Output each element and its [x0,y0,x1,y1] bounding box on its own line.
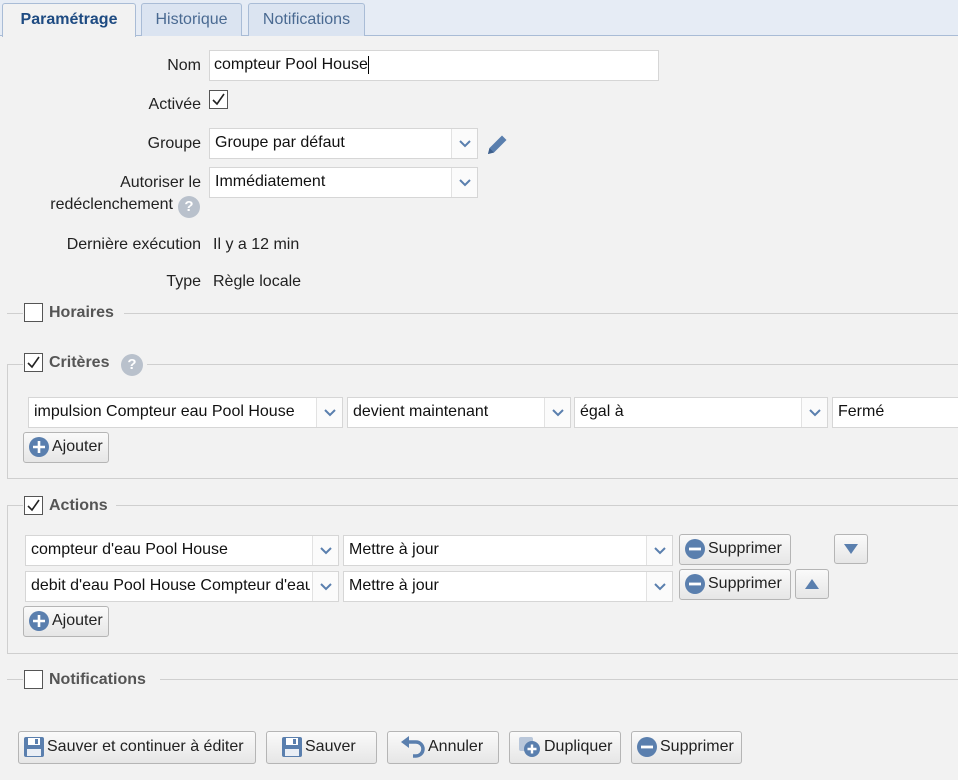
criteria-event-value: devient maintenant [353,403,489,420]
retrigger-select[interactable]: Immédiatement [209,167,478,198]
action-device-value-1: compteur d'eau Pool House [31,541,228,558]
criteria-value-value: Fermé [838,403,885,420]
duplicate-button[interactable]: Dupliquer [509,731,621,764]
arrow-up-icon [805,579,819,589]
minus-circle-icon [637,737,657,757]
tab-historique[interactable]: Historique [141,3,242,36]
name-label: Nom [167,57,201,74]
chevron-down-icon [646,536,672,565]
name-input[interactable]: compteur Pool House [209,50,659,81]
fieldset-border [7,505,23,506]
action-type-value-1: Mettre à jour [349,541,439,558]
name-input-value: compteur Pool House [214,56,368,73]
tab-bar: Paramétrage Historique Notifications [0,0,958,37]
retrigger-select-value: Immédiatement [215,173,326,190]
action-device-select-2[interactable]: debit d'eau Pool House Compteur d'eau [25,571,339,602]
chevron-down-icon [544,398,570,427]
schedules-checkbox[interactable] [24,303,43,322]
delete-rule-label: Supprimer [660,738,734,755]
arrow-down-icon [844,544,858,554]
pencil-icon[interactable] [484,132,510,158]
checkmark-icon [212,93,225,106]
fieldset-border [7,679,23,680]
delete-rule-button[interactable]: Supprimer [631,731,742,764]
action-type-value-2: Mettre à jour [349,577,439,594]
chevron-down-icon [801,398,827,427]
criteria-device-value: impulsion Compteur eau Pool House [34,403,295,420]
chevron-down-icon [312,572,338,601]
criteria-operator-select[interactable]: égal à [574,397,828,428]
minus-circle-icon [685,539,705,559]
actions-add-label: Ajouter [52,612,103,629]
criteria-add-label: Ajouter [52,438,103,455]
action-delete-label-2: Supprimer [708,575,782,592]
actions-add-button[interactable]: Ajouter [23,606,109,637]
criteria-legend: Critères [49,354,110,371]
actions-checkbox[interactable] [24,496,43,515]
last-exec-value: Il y a 12 min [213,236,300,253]
type-label: Type [166,273,201,290]
minus-circle-icon [685,574,705,594]
save-button[interactable]: Sauver [266,731,377,764]
move-down-button[interactable] [834,534,868,564]
notifications-checkbox[interactable] [24,670,43,689]
criteria-add-button[interactable]: Ajouter [23,432,109,463]
criteria-event-select[interactable]: devient maintenant [347,397,571,428]
cancel-label: Annuler [428,738,484,755]
actions-legend: Actions [49,497,108,514]
action-device-value-2: debit d'eau Pool House Compteur d'eau [31,577,310,594]
cancel-button[interactable]: Annuler [387,731,499,764]
notifications-legend: Notifications [49,671,146,688]
criteria-operator-value: égal à [580,403,624,420]
action-delete-button-2[interactable]: Supprimer [679,569,791,600]
tab-notifications[interactable]: Notifications [248,3,365,36]
duplicate-label: Dupliquer [544,738,613,755]
type-value: Règle locale [213,273,302,290]
undo-icon [401,736,425,758]
action-delete-button-1[interactable]: Supprimer [679,534,791,565]
plus-circle-icon [29,611,49,631]
action-type-select-2[interactable]: Mettre à jour [343,571,673,602]
chevron-down-icon [451,129,477,158]
retrigger-label-line2: redéclenchement [50,196,173,213]
tab-parametrage[interactable]: Paramétrage [2,3,136,37]
action-delete-label-1: Supprimer [708,540,782,557]
fieldset-border [7,364,23,365]
save-continue-button[interactable]: Sauver et continuer à éditer [18,731,256,764]
checkmark-icon [27,499,40,512]
fieldset-border [116,505,958,506]
criteria-checkbox[interactable] [24,353,43,372]
schedules-legend: Horaires [49,304,114,321]
plus-circle-icon [29,437,49,457]
floppy-disk-icon [24,737,44,757]
fieldset-border [124,313,958,314]
checkmark-icon [27,356,40,369]
last-exec-label: Dernière exécution [66,236,201,253]
group-label: Groupe [147,135,201,152]
save-continue-label: Sauver et continuer à éditer [47,738,244,755]
action-type-select-1[interactable]: Mettre à jour [343,535,673,566]
move-up-button[interactable] [795,569,829,599]
group-select[interactable]: Groupe par défaut [209,128,478,159]
retrigger-label-line1: Autoriser le [120,174,201,191]
fieldset-border [7,313,23,314]
active-label: Activée [148,96,201,113]
group-select-value: Groupe par défaut [215,134,345,151]
criteria-value-select[interactable]: Fermé [832,397,958,428]
save-label: Sauver [305,738,356,755]
chevron-down-icon [316,398,342,427]
fieldset-border [160,679,958,680]
chevron-down-icon [451,168,477,197]
criteria-help-icon[interactable]: ? [121,354,143,376]
chevron-down-icon [646,572,672,601]
retrigger-help-icon[interactable]: ? [178,196,200,218]
floppy-disk-icon [282,737,302,757]
chevron-down-icon [312,536,338,565]
fieldset-border [147,364,958,365]
duplicate-icon [519,737,540,757]
active-checkbox[interactable] [209,90,228,109]
criteria-device-select[interactable]: impulsion Compteur eau Pool House [28,397,343,428]
action-device-select-1[interactable]: compteur d'eau Pool House [25,535,339,566]
